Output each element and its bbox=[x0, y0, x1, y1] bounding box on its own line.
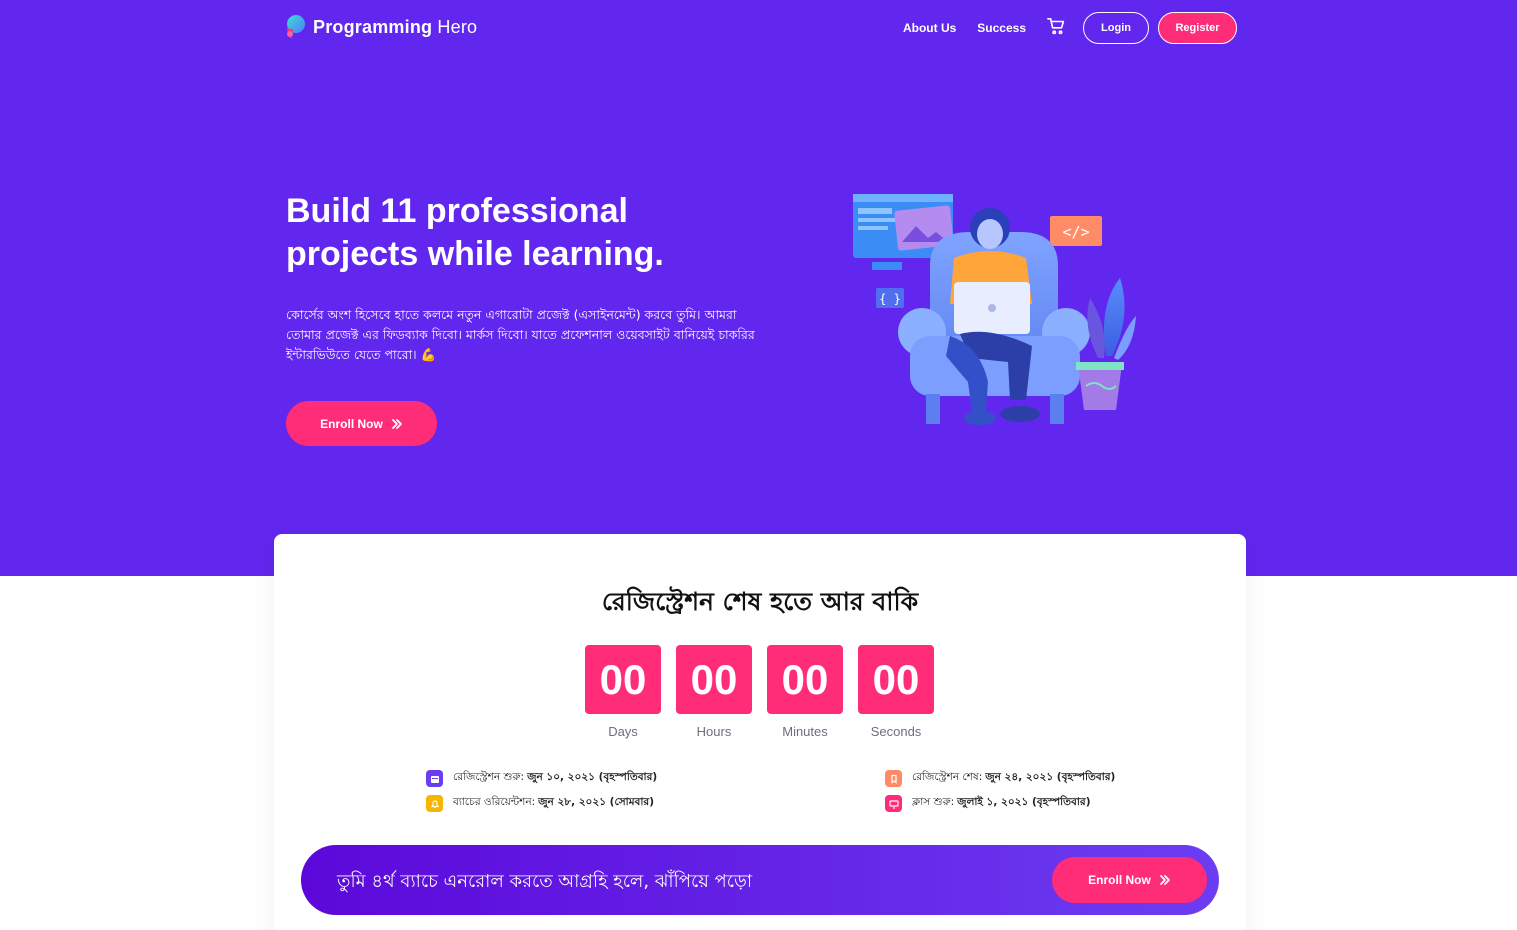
monitor-icon bbox=[885, 795, 902, 812]
countdown-seconds-label: Seconds bbox=[870, 724, 922, 739]
date-label: ক্লাস শুরু: bbox=[912, 796, 955, 808]
hero-title: Build 11 professional projects while lea… bbox=[286, 192, 664, 273]
countdown-days-value: 00 bbox=[585, 645, 661, 714]
countdown-days: 00 Days bbox=[585, 645, 661, 739]
brand-logo[interactable]: Programming Hero bbox=[283, 14, 477, 40]
hero-description: কোর্সের অংশ হিসেবে হাতে কলমে নতুন এগারোট… bbox=[286, 307, 755, 362]
register-button[interactable]: Register bbox=[1158, 12, 1237, 44]
enroll-cta-bar: তুমি ৪র্থ ব্যাচে এনরোল করতে আগ্রহি হলে, … bbox=[301, 845, 1219, 915]
cta-enroll-button[interactable]: Enroll Now bbox=[1052, 857, 1207, 903]
nav-links: About Us Success Login Register bbox=[903, 12, 1237, 44]
nav-about-us[interactable]: About Us bbox=[903, 21, 956, 35]
date-registration-start: রেজিস্ট্রেশন শুরু: জুন ১০, ২০২১ (বৃহস্পত… bbox=[426, 766, 657, 791]
calendar-icon bbox=[426, 770, 443, 787]
date-label: রেজিস্ট্রেশন শুরু: bbox=[453, 771, 525, 783]
double-chevron-right-icon bbox=[391, 418, 402, 429]
dates-right: রেজিস্ট্রেশন শেষ: জুন ২৪, ২০২১ (বৃহস্পতি… bbox=[885, 766, 1115, 816]
countdown-seconds: 00 Seconds bbox=[858, 645, 934, 739]
hero-section: Programming Hero About Us Success Login … bbox=[0, 0, 1517, 576]
countdown-minutes-label: Minutes bbox=[782, 724, 828, 739]
rocket-icon bbox=[287, 15, 305, 39]
date-orientation: ব্যাচের ওরিয়েন্টশন: জুন ২৮, ২০২১ (সোমবা… bbox=[426, 791, 657, 816]
top-navbar: Programming Hero About Us Success Login … bbox=[0, 0, 1517, 56]
date-value: জুন ২৮, ২০২১ (সোমবার) bbox=[538, 796, 655, 808]
countdown-hours-value: 00 bbox=[676, 645, 752, 714]
registration-card: রেজিস্ট্রেশন শেষ হতে আর বাকি 00 Days 00 … bbox=[274, 534, 1246, 930]
cart-icon[interactable] bbox=[1047, 17, 1065, 35]
date-value: জুন ২৪, ২০২১ (বৃহস্পতিবার) bbox=[985, 771, 1116, 783]
hero-enroll-button[interactable]: Enroll Now bbox=[286, 401, 437, 446]
brand-name-bold: Programming bbox=[313, 16, 433, 37]
nav-success[interactable]: Success bbox=[977, 21, 1026, 35]
countdown-seconds-value: 00 bbox=[858, 645, 934, 714]
bookmark-icon bbox=[885, 770, 902, 787]
countdown-hours-label: Hours bbox=[696, 724, 732, 739]
countdown-hours: 00 Hours bbox=[676, 645, 752, 739]
svg-text:</>: </> bbox=[1062, 223, 1089, 241]
countdown-minutes-value: 00 bbox=[767, 645, 843, 714]
date-value: জুলাই ১, ২০২১ (বৃহস্পতিবার) bbox=[957, 796, 1091, 808]
cta-enroll-label: Enroll Now bbox=[1088, 873, 1151, 887]
date-value: জুন ১০, ২০২১ (বৃহস্পতিবার) bbox=[527, 771, 658, 783]
date-label: রেজিস্ট্রেশন শেষ: bbox=[912, 771, 983, 783]
date-label: ব্যাচের ওরিয়েন্টশন: bbox=[453, 796, 536, 808]
date-registration-end: রেজিস্ট্রেশন শেষ: জুন ২৪, ২০২১ (বৃহস্পতি… bbox=[885, 766, 1115, 791]
countdown-minutes: 00 Minutes bbox=[767, 645, 843, 739]
countdown-days-label: Days bbox=[608, 724, 638, 739]
double-chevron-right-icon bbox=[1159, 875, 1170, 885]
login-button[interactable]: Login bbox=[1083, 12, 1149, 44]
dates-left: রেজিস্ট্রেশন শুরু: জুন ১০, ২০২১ (বৃহস্পত… bbox=[426, 766, 657, 816]
hero-enroll-label: Enroll Now bbox=[320, 416, 383, 431]
svg-text:{ }: { } bbox=[879, 292, 901, 306]
brand-name-light: Hero bbox=[437, 16, 478, 37]
cta-text: তুমি ৪র্থ ব্যাচে এনরোল করতে আগ্রহি হলে, … bbox=[337, 871, 753, 892]
date-class-start: ক্লাস শুরু: জুলাই ১, ২০২১ (বৃহস্পতিবার) bbox=[885, 791, 1115, 816]
countdown-timer: 00 Days 00 Hours 00 Minutes 00 Seconds bbox=[585, 645, 934, 739]
bell-icon bbox=[426, 795, 443, 812]
hero-illustration: </> { } bbox=[853, 194, 1136, 425]
countdown-title: রেজিস্ট্রেশন শেষ হতে আর বাকি bbox=[601, 587, 919, 616]
